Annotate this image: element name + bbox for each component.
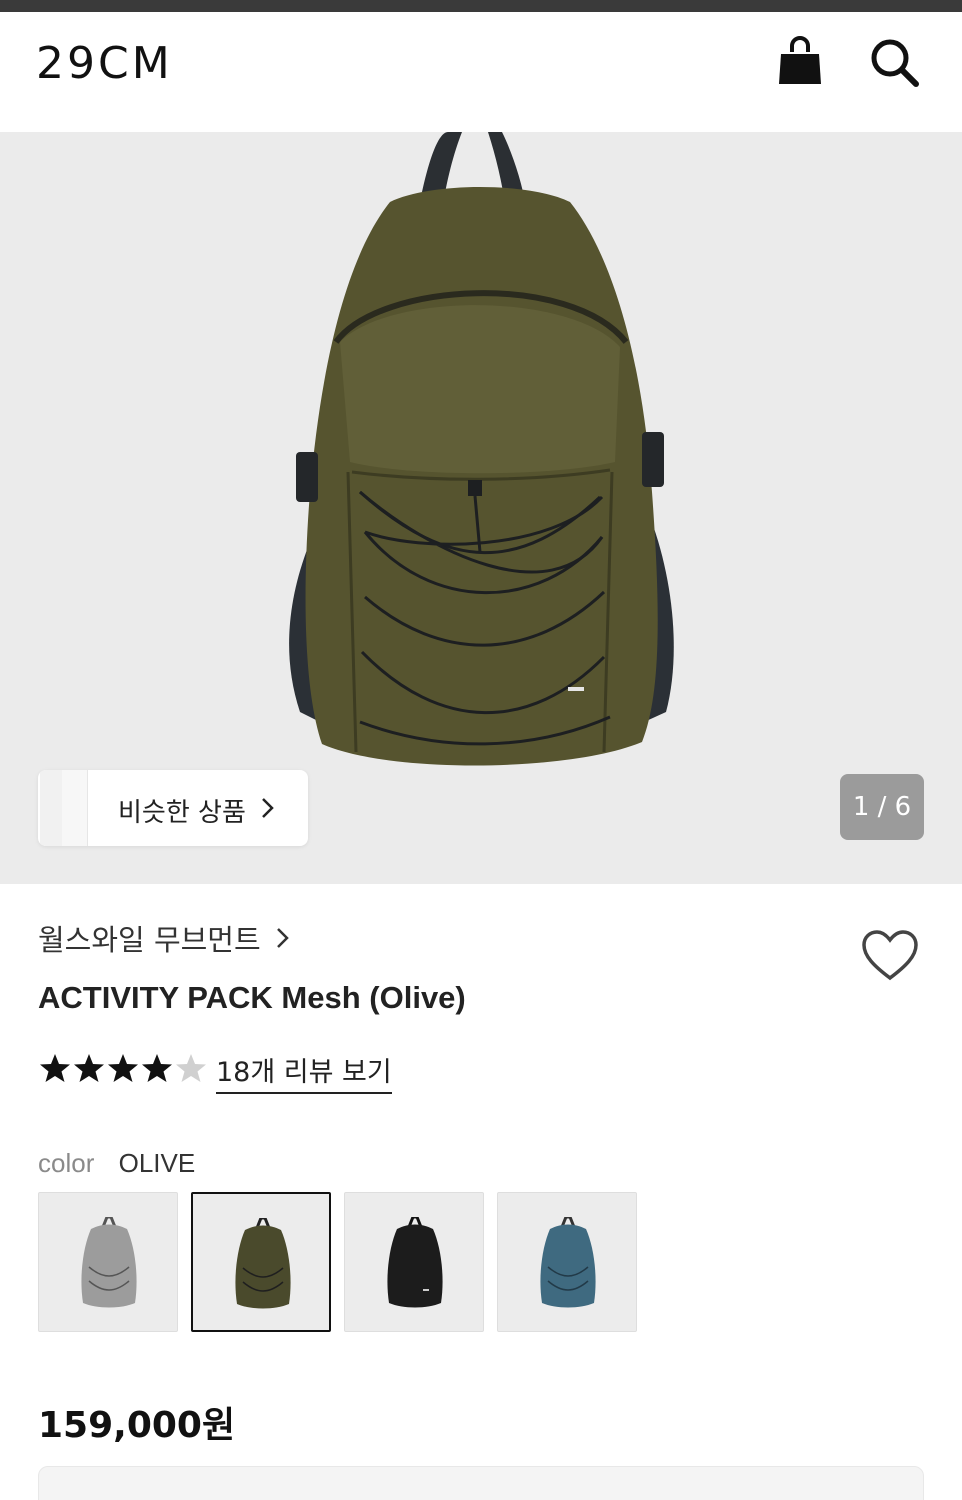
color-selection-label: color OLIVE (38, 1148, 195, 1179)
brand-name: 월스와일 무브먼트 (38, 923, 261, 957)
shopping-bag-icon (779, 36, 821, 84)
product-title: ACTIVITY PACK Mesh (Olive) (38, 980, 466, 1015)
color-key: color (38, 1148, 95, 1178)
cart-button[interactable] (774, 34, 826, 90)
brand-link[interactable]: 월스와일 무브먼트 (38, 918, 291, 958)
similar-thumbnail (40, 770, 64, 846)
backpack-thumbnail (540, 1217, 596, 1308)
similar-products-thumbnails (38, 770, 88, 846)
chevron-right-icon (276, 928, 289, 948)
similar-products-label: 비슷한 상품 (118, 798, 246, 828)
similar-products-button[interactable]: 비슷한 상품 (38, 770, 308, 846)
search-button[interactable] (866, 34, 924, 92)
chevron-right-icon (262, 798, 274, 818)
color-swatch-grey[interactable] (38, 1192, 178, 1332)
top-navigation: 29CM (0, 12, 962, 132)
product-image-gallery[interactable]: 비슷한 상품 1 / 6 (0, 132, 962, 884)
backpack-thumbnail (235, 1218, 291, 1309)
site-logo[interactable]: 29CM (36, 38, 173, 89)
backpack-thumbnail (81, 1217, 137, 1308)
color-value: OLIVE (118, 1148, 196, 1178)
status-bar (0, 0, 962, 12)
color-swatch-blue[interactable] (497, 1192, 637, 1332)
heart-icon (862, 930, 918, 981)
backpack-product-image (289, 132, 674, 766)
wishlist-button[interactable] (860, 928, 920, 984)
color-swatch-black[interactable] (344, 1192, 484, 1332)
color-swatch-olive[interactable] (191, 1192, 331, 1332)
reviews-link[interactable]: 18개 리뷰 보기 (216, 1050, 392, 1094)
product-price: 159,000원 (38, 1405, 236, 1446)
star-rating (40, 1054, 206, 1082)
image-counter: 1 / 6 (840, 774, 924, 840)
search-icon (871, 39, 919, 87)
purchase-panel (38, 1466, 924, 1500)
similar-thumbnail (62, 770, 88, 846)
backpack-thumbnail (387, 1217, 443, 1308)
